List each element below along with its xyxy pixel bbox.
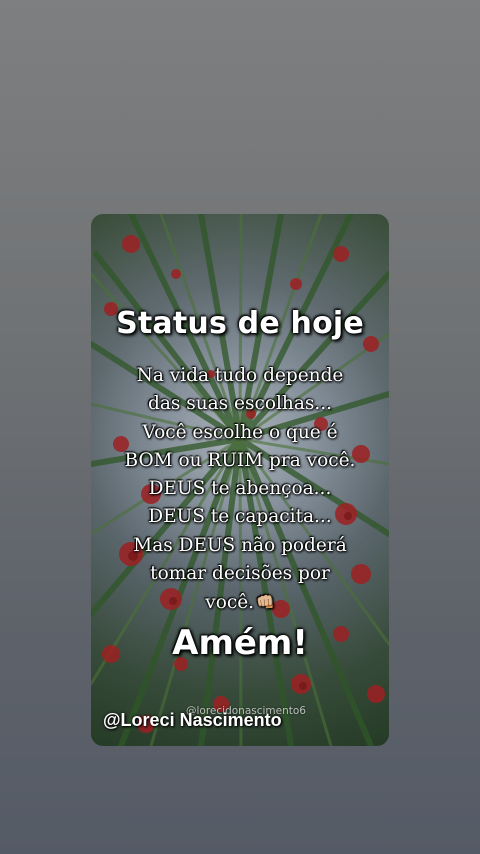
message-line: você.	[205, 592, 255, 614]
message-line: Você escolhe o que é	[142, 421, 338, 443]
status-card: Status de hoje Na vida tudo depende das …	[91, 214, 389, 746]
message-line: DEUS te capacita...	[148, 506, 332, 528]
author-handle: @Loreci Nascimento	[103, 710, 282, 730]
message-line: tomar decisões por	[150, 563, 330, 585]
post-title: Status de hoje	[116, 306, 364, 341]
message-line: Mas DEUS não poderá	[133, 534, 347, 556]
message-line: Na vida tudo depende	[136, 365, 344, 386]
message-line: das suas escolhas...	[148, 393, 332, 415]
message-line: DEUS te abençoa...	[148, 478, 332, 500]
message-text: Na vida tudo depende das suas escolhas..…	[91, 362, 389, 618]
message-line: BOM ou RUIM pra você.	[124, 449, 356, 471]
closing-text: Amém!	[172, 623, 308, 663]
message-last-line: você. 👊🏼	[91, 588, 389, 617]
fist-bump-emoji: 👊🏼	[256, 593, 275, 612]
